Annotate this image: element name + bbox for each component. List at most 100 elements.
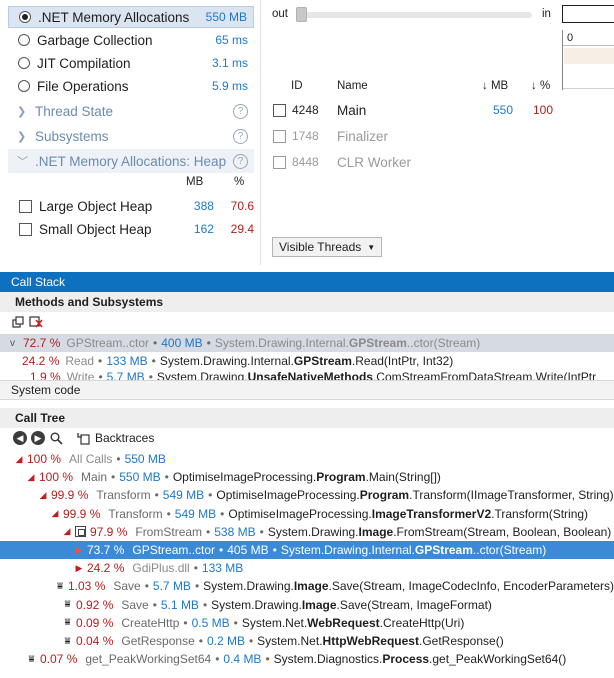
heap-row-large-object[interactable]: Large Object Heap 388 70.6 [8, 195, 254, 217]
category-value: 3.1 ms [211, 56, 248, 70]
row-pct: 100 % [27, 452, 62, 466]
call-tree-row[interactable]: ◢ 100 % Main • 550 MB • OptimiseImageProcessin… [0, 468, 614, 486]
row-name: Read [65, 354, 95, 368]
row-mb: 405 MB [227, 543, 269, 557]
clear-filter-icon[interactable] [29, 315, 43, 329]
category-label: JIT Compilation [37, 55, 131, 71]
thread-column-pct[interactable]: ↓ % [531, 80, 550, 92]
call-tree-row[interactable]: ▶ 24.2 % GdiPlus.dll • 133 MB [0, 559, 614, 577]
category-net-memory-allocations[interactable]: .NET Memory Allocations 550 MB [8, 6, 254, 28]
row-mb: 5.1 MB [160, 597, 199, 612]
call-tree-row[interactable]: ◢ 100 % All Calls • 550 MB [0, 450, 614, 468]
call-tree-row[interactable]: ◢ 99.9 % Transform • 549 MB • OptimiseImagePro… [0, 505, 614, 523]
thread-checkbox[interactable] [273, 103, 286, 117]
thread-column-id[interactable]: ID [291, 80, 303, 92]
category-jit-compilation[interactable]: JIT Compilation 3.1 ms [8, 52, 254, 74]
visible-threads-dropdown[interactable]: Visible Threads ▼ [272, 237, 383, 257]
call-stack-row[interactable]: 24.2 % Read • 133 MB • System.Drawing.In… [0, 352, 614, 370]
thread-row-clr-worker[interactable]: 8448 CLR Worker [261, 150, 561, 174]
expand-triangle-icon[interactable]: ◢ [62, 526, 72, 537]
row-class: Image [358, 524, 394, 539]
heap-row-small-object[interactable]: Small Object Heap 162 29.4 [8, 218, 254, 240]
section-net-memory-allocations-heap[interactable]: ﹀ .NET Memory Allocations: Heap ? [8, 149, 254, 173]
call-tree-row[interactable]: ◢ 99.9 % Transform • 549 MB • OptimiseImagePro… [0, 486, 614, 504]
backtraces-button[interactable]: Backtraces [77, 431, 154, 445]
row-pct: 73.7 % [87, 543, 125, 557]
row-method: .Read(IntPtr, Int32) [351, 354, 454, 368]
separator-dot: • [206, 524, 211, 539]
call-stack-header: Call Stack [0, 272, 614, 292]
copy-icon[interactable] [11, 315, 25, 329]
call-tree-row[interactable]: ◢ 97.9 % FromStream • 538 MB • System.Drawing.… [0, 523, 614, 541]
methods-subsystems-title: Methods and Subsystems [0, 292, 614, 312]
row-namespace: System.Drawing.Internal. [214, 336, 349, 350]
row-mb: 133 MB [201, 561, 244, 576]
separator-dot: • [116, 452, 121, 466]
thread-column-mb[interactable]: ↓ MB [482, 80, 508, 92]
row-pct: 1.9 % [30, 370, 61, 380]
row-name: get_PeakWorkingSet64 [85, 652, 212, 667]
call-tree-row[interactable]: ⩸ 0.04 % GetResponse • 0.2 MB • System.Net. Htt… [0, 632, 614, 650]
collapsed-triangle-icon[interactable]: ▶ [74, 545, 84, 556]
call-tree-row[interactable]: ⩸ 0.92 % Save • 5.1 MB • System.Drawing. Image.… [0, 596, 614, 614]
row-pct: 1.03 % [68, 579, 106, 594]
thread-row-main[interactable]: 4248 Main 550 100 [261, 98, 561, 122]
help-icon[interactable]: ? [233, 128, 248, 144]
expand-triangle-icon[interactable]: ◢ [26, 472, 36, 483]
call-tree-row[interactable]: ▶ 73.7 % GPStream..ctor • 405 MB • System.Draw… [0, 541, 614, 559]
row-namespace: System.Net. [241, 615, 308, 630]
section-thread-state[interactable]: ❯ Thread State ? [8, 99, 254, 123]
collapsed-triangle-icon[interactable]: ▶ [74, 563, 84, 574]
help-icon[interactable]: ? [233, 153, 248, 169]
system-code-bar[interactable]: System code [0, 380, 614, 400]
chevron-down-icon: ﹀ [17, 156, 28, 168]
thread-checkbox[interactable] [273, 129, 286, 143]
forward-arrow-icon[interactable]: ▶ [31, 431, 45, 445]
row-pct: 0.09 % [76, 615, 114, 630]
timeline-range-box[interactable] [562, 5, 614, 23]
row-namespace: System.Diagnostics. [273, 652, 383, 667]
zoom-slider-track[interactable] [298, 12, 532, 18]
search-icon[interactable] [49, 431, 63, 445]
separator-dot: • [98, 354, 103, 368]
radio-button-selected[interactable] [19, 11, 31, 23]
separator-dot: • [215, 652, 220, 667]
row-class: UnsafeNativeMethods [247, 370, 373, 380]
separator-dot: • [154, 488, 159, 503]
heap-checkbox[interactable] [19, 199, 32, 213]
radio-button[interactable] [18, 57, 30, 69]
row-class: ImageTransformerV2 [371, 506, 492, 521]
help-icon[interactable]: ? [233, 103, 248, 119]
call-stack-row[interactable]: v 72.7 % GPStream..ctor • 400 MB • Syste… [0, 334, 614, 352]
expand-triangle-icon[interactable]: ◢ [50, 508, 60, 519]
separator-dot: • [152, 597, 157, 612]
category-file-operations[interactable]: File Operations 5.9 ms [8, 75, 254, 97]
separator-dot: • [183, 615, 188, 630]
call-tree-title: Call Tree [0, 408, 614, 428]
call-tree-row[interactable]: ⩸ 0.09 % CreateHttp • 0.5 MB • System.Net. WebR… [0, 614, 614, 632]
call-stack-row-partial[interactable]: 1.9 % Write • 5.7 MB • System.Drawing. Un… [0, 370, 614, 380]
zoom-slider-thumb[interactable] [296, 7, 307, 22]
row-class: Image [301, 597, 337, 612]
thread-checkbox[interactable] [273, 155, 286, 169]
heap-pct: 29.4 [230, 222, 254, 236]
radio-button[interactable] [18, 34, 30, 46]
call-tree-row[interactable]: ⩸ 0.07 % get_PeakWorkingSet64 • 0.4 MB • Syste… [0, 650, 614, 668]
category-label: File Operations [37, 78, 129, 94]
expand-triangle-icon[interactable]: ◢ [14, 454, 24, 465]
back-arrow-icon[interactable]: ◀ [13, 431, 27, 445]
thread-row-finalizer[interactable]: 1748 Finalizer [261, 124, 561, 148]
leaf-node-icon: ⩸ [28, 653, 35, 665]
heap-checkbox[interactable] [19, 222, 32, 236]
section-subsystems[interactable]: ❯ Subsystems ? [8, 124, 254, 148]
row-method: ..ctor(Stream) [472, 543, 547, 557]
leaf-node-icon: ⩸ [57, 580, 64, 592]
category-garbage-collection[interactable]: Garbage Collection 65 ms [8, 29, 254, 51]
call-tree-row[interactable]: ⩸ 1.03 % Save • 5.7 MB • System.Drawing. Image.… [0, 577, 614, 595]
row-pct: 72.7 % [23, 336, 61, 350]
row-mb: 5.7 MB [106, 370, 145, 380]
expand-triangle-icon[interactable]: ◢ [38, 490, 48, 501]
radio-button[interactable] [18, 80, 30, 92]
timeline-chart[interactable]: 0 [562, 30, 614, 90]
thread-column-name[interactable]: Name [337, 80, 368, 92]
